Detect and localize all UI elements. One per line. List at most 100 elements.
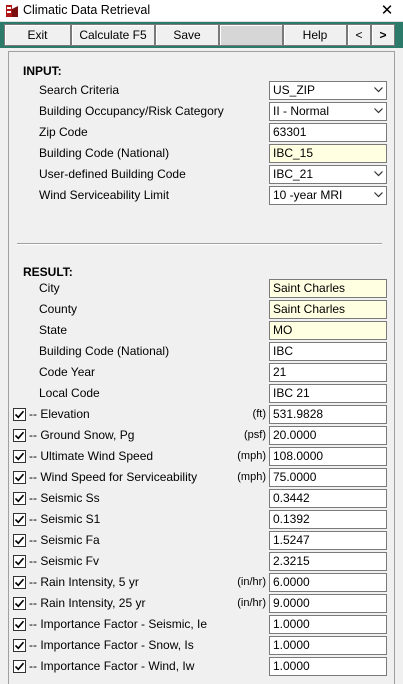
result-label: -- Importance Factor - Wind, Iw <box>29 659 195 673</box>
window-title: Climatic Data Retrieval <box>23 3 151 17</box>
result-checkbox[interactable] <box>13 597 26 610</box>
section-divider <box>17 243 382 245</box>
unit-label: (mph) <box>237 450 266 462</box>
prev-button[interactable]: < <box>347 24 371 46</box>
unit-label: (in/hr) <box>237 576 266 588</box>
result-checkbox[interactable] <box>13 555 26 568</box>
calculate-button[interactable]: Calculate F5 <box>71 24 155 46</box>
input-select[interactable]: 10 -year MRI <box>269 186 387 205</box>
checkmark-icon <box>14 515 25 524</box>
checkmark-icon <box>14 641 25 650</box>
checkmark-icon <box>14 662 25 671</box>
result-checkbox[interactable] <box>13 429 26 442</box>
result-field[interactable]: 9.0000 <box>269 594 387 613</box>
result-field[interactable]: Saint Charles <box>269 279 387 298</box>
result-checkbox[interactable] <box>13 471 26 484</box>
result-checkbox[interactable] <box>13 660 26 673</box>
result-field[interactable]: 1.5247 <box>269 531 387 550</box>
result-field[interactable]: 2.3215 <box>269 552 387 571</box>
result-checkbox[interactable] <box>13 618 26 631</box>
result-label: County <box>39 302 78 316</box>
select-value: IBC_21 <box>273 167 314 181</box>
result-label: -- Rain Intensity, 25 yr <box>29 596 146 610</box>
input-select[interactable]: US_ZIP <box>269 81 387 100</box>
unit-label: (in/hr) <box>237 597 266 609</box>
unit-label: (psf) <box>244 429 266 441</box>
input-label: User-defined Building Code <box>39 167 186 181</box>
result-field[interactable]: 1.0000 <box>269 615 387 634</box>
result-label: Building Code (National) <box>39 344 170 358</box>
checkmark-icon <box>14 410 25 419</box>
app-icon <box>6 5 18 17</box>
input-label: Wind Serviceability Limit <box>39 188 170 202</box>
result-checkbox[interactable] <box>13 492 26 505</box>
result-checkbox[interactable] <box>13 450 26 463</box>
chevron-down-icon[interactable] <box>374 82 383 99</box>
checkmark-icon <box>14 452 25 461</box>
result-field[interactable]: 0.1392 <box>269 510 387 529</box>
chevron-down-icon[interactable] <box>374 187 383 204</box>
input-heading: INPUT: <box>23 64 62 78</box>
main-panel: INPUT: Search Criteria US_ZIP Building Occu… <box>8 51 395 684</box>
result-label: -- Seismic Ss <box>29 491 100 505</box>
input-field[interactable]: 63301 <box>269 123 387 142</box>
checkmark-icon <box>14 578 25 587</box>
result-label: -- Seismic Fa <box>29 533 100 547</box>
result-field[interactable]: Saint Charles <box>269 300 387 319</box>
checkmark-icon <box>14 620 25 629</box>
next-button[interactable]: > <box>371 24 395 46</box>
input-label: Zip Code <box>39 125 88 139</box>
chevron-down-icon[interactable] <box>374 166 383 183</box>
result-field[interactable]: MO <box>269 321 387 340</box>
blank-toolbar-button[interactable] <box>219 24 283 46</box>
result-field[interactable]: 1.0000 <box>269 657 387 676</box>
input-select[interactable]: II - Normal <box>269 102 387 121</box>
checkmark-icon <box>14 557 25 566</box>
result-field[interactable]: 20.0000 <box>269 426 387 445</box>
result-field[interactable]: 1.0000 <box>269 636 387 655</box>
checkmark-icon <box>14 536 25 545</box>
help-button[interactable]: Help <box>283 24 347 46</box>
result-label: State <box>39 323 68 337</box>
result-label: -- Seismic Fv <box>29 554 99 568</box>
checkmark-icon <box>14 473 25 482</box>
result-field[interactable]: 75.0000 <box>269 468 387 487</box>
result-label: -- Wind Speed for Serviceability <box>29 470 198 484</box>
result-field[interactable]: 6.0000 <box>269 573 387 592</box>
result-checkbox[interactable] <box>13 639 26 652</box>
select-value: 10 -year MRI <box>273 188 343 202</box>
result-label: -- Ultimate Wind Speed <box>29 449 154 463</box>
result-label: Code Year <box>39 365 96 379</box>
result-label: -- Ground Snow, Pg <box>29 428 135 442</box>
result-label: Local Code <box>39 386 100 400</box>
toolbar: Exit Calculate F5 Save Help < > <box>0 22 403 48</box>
result-field[interactable]: 21 <box>269 363 387 382</box>
input-label: Building Occupancy/Risk Category <box>39 104 224 118</box>
title-bar: Climatic Data Retrieval ✕ <box>0 0 403 22</box>
result-field[interactable]: IBC 21 <box>269 384 387 403</box>
result-label: -- Elevation <box>29 407 90 421</box>
checkmark-icon <box>14 431 25 440</box>
result-checkbox[interactable] <box>13 513 26 526</box>
result-heading: RESULT: <box>23 265 73 279</box>
chevron-down-icon[interactable] <box>374 103 383 120</box>
result-checkbox[interactable] <box>13 576 26 589</box>
input-select[interactable]: IBC_21 <box>269 165 387 184</box>
result-field[interactable]: 108.0000 <box>269 447 387 466</box>
result-field[interactable]: 0.3442 <box>269 489 387 508</box>
select-value: II - Normal <box>273 104 330 118</box>
input-field[interactable]: IBC_15 <box>269 144 387 163</box>
checkmark-icon <box>14 599 25 608</box>
result-field[interactable]: 531.9828 <box>269 405 387 424</box>
save-button[interactable]: Save <box>155 24 219 46</box>
result-label: -- Importance Factor - Snow, Is <box>29 638 194 652</box>
result-label: -- Seismic S1 <box>29 512 101 526</box>
result-checkbox[interactable] <box>13 534 26 547</box>
close-icon[interactable]: ✕ <box>371 0 403 22</box>
result-field[interactable]: IBC <box>269 342 387 361</box>
input-label: Building Code (National) <box>39 146 170 160</box>
exit-button[interactable]: Exit <box>4 24 71 46</box>
unit-label: (mph) <box>237 471 266 483</box>
result-label: -- Rain Intensity, 5 yr <box>29 575 139 589</box>
result-checkbox[interactable] <box>13 408 26 421</box>
